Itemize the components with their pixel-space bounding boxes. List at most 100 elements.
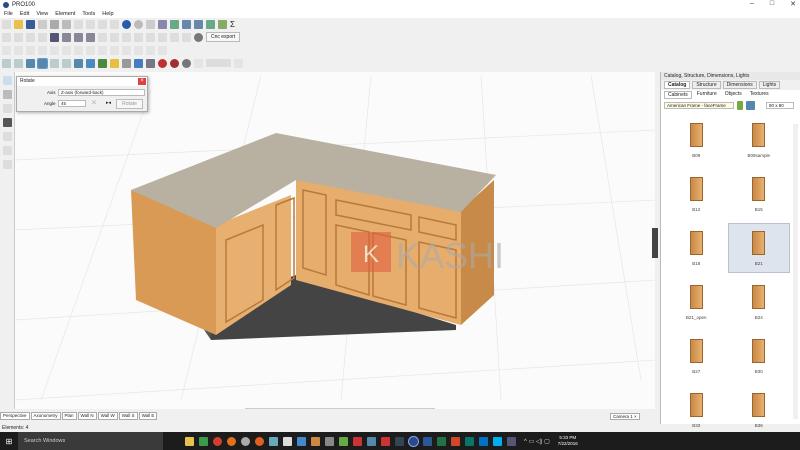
globe-icon[interactable] (122, 19, 131, 29)
catalog-item[interactable]: B27 (665, 331, 728, 381)
tab-dimensions[interactable]: Dimensions (722, 81, 757, 89)
catalog-item[interactable]: B21_open (665, 277, 728, 327)
tab-wall-e[interactable]: Wall E (138, 412, 158, 420)
catalog-item[interactable]: B15 (728, 169, 791, 219)
settings-icon[interactable] (134, 19, 143, 29)
close-button[interactable]: ✕ (790, 0, 796, 8)
tool-icon[interactable] (2, 132, 12, 141)
tool-icon[interactable] (158, 32, 167, 42)
app-icon[interactable] (381, 436, 390, 446)
app-icon[interactable] (311, 436, 320, 446)
align-icon[interactable] (50, 45, 59, 55)
tab-plan[interactable]: Plan (61, 412, 77, 420)
zoom-out-icon[interactable] (194, 58, 203, 68)
tool-icon[interactable] (2, 104, 12, 113)
select-icon[interactable] (2, 76, 12, 85)
thumbnail-size-select[interactable]: 80 x 80 (766, 102, 794, 109)
angle-input[interactable]: 45 (58, 100, 86, 107)
new-icon[interactable] (2, 19, 11, 29)
align-icon[interactable] (158, 45, 167, 55)
align-icon[interactable] (2, 45, 11, 55)
panel-collapse-handle[interactable] (652, 228, 658, 258)
move-icon[interactable] (62, 32, 71, 42)
catalog-item[interactable]: B24 (728, 277, 791, 327)
align-icon[interactable] (146, 45, 155, 55)
tab-perspective[interactable]: Perspective (0, 412, 30, 420)
cost-icon[interactable] (218, 19, 227, 29)
view-mode-icon[interactable] (746, 101, 755, 110)
mirror-icon[interactable] (86, 32, 95, 42)
parts-icon[interactable] (206, 19, 215, 29)
app-icon[interactable] (241, 436, 250, 446)
cut-icon[interactable] (74, 19, 83, 29)
app-icon[interactable] (339, 436, 348, 446)
magnet-icon[interactable] (158, 58, 167, 68)
view-icon[interactable] (50, 58, 59, 68)
list-icon[interactable] (182, 19, 191, 29)
gear-icon[interactable] (194, 32, 203, 42)
steam-icon[interactable] (395, 436, 404, 446)
tool-icon[interactable] (170, 32, 179, 42)
subtab-textures[interactable]: Textures (747, 91, 772, 99)
view-icon[interactable] (2, 58, 11, 68)
window-icon[interactable] (158, 19, 167, 29)
tool-icon[interactable] (122, 32, 131, 42)
align-icon[interactable] (134, 45, 143, 55)
file-explorer-icon[interactable] (185, 436, 194, 446)
drive-icon[interactable] (199, 436, 208, 446)
start-button[interactable]: ⊞ (0, 437, 18, 446)
preview-icon[interactable] (62, 19, 71, 29)
menu-file[interactable]: File (4, 11, 13, 17)
rotate-icon[interactable] (74, 32, 83, 42)
axis-select[interactable]: Z-axis (forward-back) (58, 89, 145, 96)
excel-icon[interactable] (437, 436, 446, 446)
word-icon[interactable] (423, 436, 432, 446)
cnc-export-button[interactable]: Cnc export (206, 32, 241, 42)
align-icon[interactable] (26, 32, 35, 42)
tool-icon[interactable] (2, 146, 12, 155)
tab-wall-s[interactable]: Wall S (118, 412, 138, 420)
dialog-close-button[interactable]: × (138, 78, 146, 85)
catalog-item[interactable]: B30 (728, 331, 791, 381)
align-icon[interactable] (26, 45, 35, 55)
vertical-scrollbar[interactable] (793, 124, 798, 419)
catalog-item[interactable]: B09sample (728, 115, 791, 165)
catalog-item[interactable]: B18 (665, 223, 728, 273)
system-tray-icons[interactable]: ^ ▭ ◁) ▢ (524, 438, 550, 445)
catalog-item[interactable]: B09 (665, 115, 728, 165)
menu-edit[interactable]: Edit (20, 11, 29, 17)
tab-catalog[interactable]: Catalog (664, 81, 691, 89)
grid-icon[interactable] (146, 58, 155, 68)
tool-icon[interactable] (2, 160, 12, 169)
firefox-icon[interactable] (227, 436, 236, 446)
tool-icon[interactable] (182, 32, 191, 42)
subtab-objects[interactable]: Objects (722, 91, 745, 99)
gear-icon[interactable] (182, 58, 191, 68)
library-select[interactable]: American Frame - faceFrame (664, 102, 734, 109)
publisher-icon[interactable] (465, 436, 474, 446)
align-icon[interactable] (122, 45, 131, 55)
calculator-icon[interactable] (283, 436, 292, 446)
open-icon[interactable] (14, 19, 23, 29)
view-icon[interactable] (62, 58, 71, 68)
menu-view[interactable]: View (36, 11, 48, 17)
dimension-icon[interactable] (134, 58, 143, 68)
align-icon[interactable] (62, 45, 71, 55)
app-icon[interactable] (269, 436, 278, 446)
align-icon[interactable] (86, 45, 95, 55)
tab-lights[interactable]: Lights (758, 81, 781, 89)
tool-icon[interactable] (146, 19, 155, 29)
paint-icon[interactable] (86, 58, 95, 68)
3d-viewport[interactable]: K KASHI (14, 72, 655, 409)
menu-tools[interactable]: Tools (82, 11, 95, 17)
texture-icon[interactable] (98, 58, 107, 68)
delete-icon[interactable] (110, 19, 119, 29)
horizontal-scrollbar[interactable] (245, 408, 435, 409)
tab-structure[interactable]: Structure (692, 81, 721, 89)
subtab-furniture[interactable]: Furniture (694, 91, 720, 99)
pro100-taskbar-icon[interactable] (408, 435, 419, 447)
align-icon[interactable] (98, 45, 107, 55)
print-icon[interactable] (50, 19, 59, 29)
subtab-cabinets[interactable]: Cabinets (664, 91, 692, 99)
view-icon[interactable] (37, 57, 48, 69)
